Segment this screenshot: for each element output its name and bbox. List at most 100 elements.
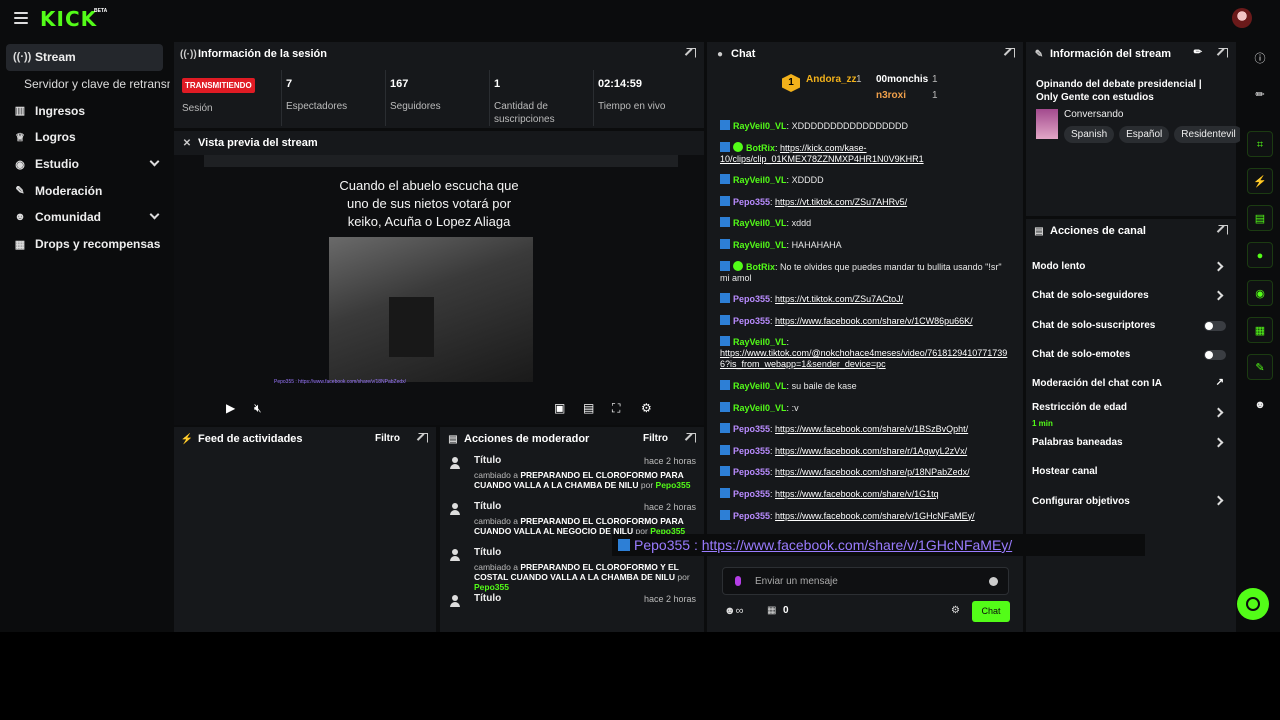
chat-message[interactable]: RayVeil0_VL: HAHAHAHA <box>707 238 1023 251</box>
activity-filter-button[interactable]: Filtro <box>375 433 400 444</box>
action-banned-words[interactable]: Palabras baneadas <box>1026 428 1236 457</box>
sidebar-item-stream[interactable]: ((·)) Stream <box>6 44 163 71</box>
chat-message[interactable]: RayVeil0_VL: XDDDDDDDDDDDDDDDDD <box>707 120 1023 132</box>
chat-link[interactable]: https://www.tiktok.com/@nokchohace4meses… <box>720 348 1007 369</box>
chat-message[interactable]: Pepo355: https://www.facebook.com/share/… <box>707 466 1023 478</box>
tag[interactable]: Residentevil <box>1174 126 1243 143</box>
menu-icon[interactable] <box>14 12 28 24</box>
sidebar-item-community[interactable]: ☻ Comunidad <box>0 204 170 231</box>
theater-icon[interactable]: ▤ <box>583 401 594 415</box>
chat-username[interactable]: Pepo355 <box>733 467 770 477</box>
tag[interactable]: Español <box>1119 126 1170 143</box>
sidebar-item-server-key[interactable]: Servidor y clave de retransmisión <box>0 71 170 98</box>
settings-icon[interactable]: ⚙ <box>641 401 652 415</box>
chat-username[interactable]: Pepo355 <box>733 316 770 326</box>
popout-icon[interactable] <box>418 433 428 443</box>
chat-message[interactable]: RayVeil0_VL: xddd <box>707 217 1023 229</box>
action-subscribers-only[interactable]: Chat de solo-suscriptores <box>1026 311 1236 340</box>
chat-username[interactable]: RayVeil0_VL <box>733 240 787 250</box>
stream-category[interactable]: Conversando <box>1064 109 1123 120</box>
chat-link[interactable]: https://www.facebook.com/share/v/1BSzBvQ… <box>775 424 968 434</box>
chat-input[interactable] <box>755 573 975 589</box>
chat-username[interactable]: Pepo355 <box>733 511 770 521</box>
play-icon[interactable]: ▶ <box>226 401 235 415</box>
pencil-icon[interactable]: ✏ <box>1247 82 1273 108</box>
stream-preview[interactable]: Cuando el abuelo escucha que uno de sus … <box>174 155 704 425</box>
chat-icon[interactable]: ● <box>1247 242 1273 268</box>
chat-link[interactable]: https://www.facebook.com/share/v/1GHcNFa… <box>775 511 975 521</box>
chat-message[interactable]: RayVeil0_VL: :v <box>707 401 1023 414</box>
settings-icon[interactable]: ⚙ <box>951 605 960 616</box>
sidebar-item-achievements[interactable]: ♕ Logros <box>0 124 170 151</box>
chat-message[interactable]: Pepo355: https://www.facebook.com/share/… <box>707 423 1023 435</box>
chat-username[interactable]: Pepo355 <box>733 424 770 434</box>
chat-message[interactable]: Pepo355: https://www.facebook.com/share/… <box>707 314 1023 327</box>
chat-message[interactable]: RayVeil0_VL: su baile de kase <box>707 379 1023 392</box>
sidebar-item-drops[interactable]: ▦ Drops y recompensas <box>0 231 170 258</box>
chat-username[interactable]: RayVeil0_VL <box>733 337 787 347</box>
popout-icon[interactable] <box>1005 48 1015 58</box>
tag[interactable]: Spanish <box>1064 126 1115 143</box>
chat-username[interactable]: BotRix <box>746 262 775 272</box>
chat-message[interactable]: BotRix: https://kick.com/kase-10/clips/c… <box>707 141 1023 165</box>
action-ai-moderation[interactable]: Moderación del chat con IA ↗ <box>1026 369 1236 398</box>
bolt-icon[interactable]: ⚡ <box>1247 168 1273 194</box>
popout-icon[interactable] <box>1218 48 1228 58</box>
action-age-restriction[interactable]: Restricción de edad 1 min <box>1026 398 1236 428</box>
leader-user[interactable]: n3roxi <box>876 90 906 101</box>
chat-username[interactable]: RayVeil0_VL <box>733 121 787 131</box>
chat-username[interactable]: Pepo355 <box>733 197 770 207</box>
wrench-icon[interactable]: ✎ <box>1247 354 1273 380</box>
document-icon[interactable]: ▤ <box>1247 205 1273 231</box>
chat-message[interactable]: BotRix: No te olvides que puedes mandar … <box>707 260 1023 284</box>
action-emotes-only[interactable]: Chat de solo-emotes <box>1026 340 1236 369</box>
mic-icon[interactable] <box>735 576 741 586</box>
info-icon[interactable]: ⓘ <box>1247 46 1273 72</box>
chat-input-box[interactable] <box>722 567 1009 595</box>
chat-link[interactable]: https://www.facebook.com/share/p/18NPabZ… <box>775 467 970 477</box>
crop-icon[interactable]: ⌗ <box>1247 131 1273 157</box>
chat-message[interactable]: RayVeil0_VL: https://www.tiktok.com/@nok… <box>707 336 1023 370</box>
broadcast-icon[interactable]: ◉ <box>1247 280 1273 306</box>
mod-actions-filter-button[interactable]: Filtro <box>643 433 668 444</box>
chat-message[interactable]: Pepo355: https://www.facebook.com/share/… <box>707 444 1023 457</box>
popout-icon[interactable] <box>1218 225 1228 235</box>
action-goals[interactable]: Configurar objetivos <box>1026 486 1236 515</box>
chat-message[interactable]: Pepo355: https://vt.tiktok.com/ZSu7ACtoJ… <box>707 293 1023 305</box>
action-followers-only[interactable]: Chat de solo-seguidores <box>1026 281 1236 310</box>
action-slow-mode[interactable]: Modo lento <box>1026 252 1236 281</box>
support-button[interactable] <box>1237 588 1269 620</box>
chat-username[interactable]: RayVeil0_VL <box>733 175 787 185</box>
chat-link[interactable]: https://www.facebook.com/share/r/1AgwyL2… <box>775 446 967 456</box>
kick-logo[interactable]: KICK <box>40 7 97 31</box>
send-chat-button[interactable]: Chat <box>972 601 1010 622</box>
chat-message[interactable]: Pepo355: https://vt.tiktok.com/ZSu7AHRv5… <box>707 195 1023 208</box>
chat-username[interactable]: Pepo355 <box>733 294 770 304</box>
leader-user[interactable]: 00monchis <box>876 74 928 85</box>
chat-link[interactable]: https://vt.tiktok.com/ZSu7ACtoJ/ <box>775 294 903 304</box>
sidebar-item-studio[interactable]: ◉ Estudio <box>0 151 170 178</box>
mute-icon[interactable]: 🔇︎ <box>254 401 262 416</box>
chat-username[interactable]: RayVeil0_VL <box>733 381 787 391</box>
layout-icon[interactable]: ▦ <box>1247 317 1273 343</box>
chat-message[interactable]: Pepo355: https://www.facebook.com/share/… <box>707 509 1023 522</box>
chat-message[interactable]: Pepo355: https://www.facebook.com/share/… <box>707 487 1023 500</box>
chat-link[interactable]: https://vt.tiktok.com/ZSu7AHRv5/ <box>775 197 907 207</box>
chat-username[interactable]: Pepo355 <box>733 489 770 499</box>
pip-icon[interactable]: ▣ <box>554 401 565 415</box>
popout-icon[interactable] <box>686 48 696 58</box>
emoji-icon[interactable] <box>989 577 998 586</box>
popout-icon[interactable] <box>686 433 696 443</box>
chat-username[interactable]: Pepo355 <box>733 446 770 456</box>
chat-message[interactable]: RayVeil0_VL: XDDDD <box>707 174 1023 186</box>
chat-username[interactable]: RayVeil0_VL <box>733 218 787 228</box>
subscribers-only-toggle[interactable] <box>1204 320 1226 331</box>
chat-username[interactable]: BotRix <box>746 143 775 153</box>
chat-link[interactable]: https://www.facebook.com/share/v/1G1tq <box>775 489 939 499</box>
emotes-only-toggle[interactable] <box>1204 349 1226 360</box>
sidebar-item-moderation[interactable]: ✎ Moderación <box>0 177 170 204</box>
users-icon[interactable]: ☻ <box>1247 392 1273 418</box>
chat-username[interactable]: RayVeil0_VL <box>733 403 787 413</box>
action-host-channel[interactable]: Hostear canal <box>1026 457 1236 486</box>
leader-user[interactable]: Andora_zz <box>806 74 857 85</box>
